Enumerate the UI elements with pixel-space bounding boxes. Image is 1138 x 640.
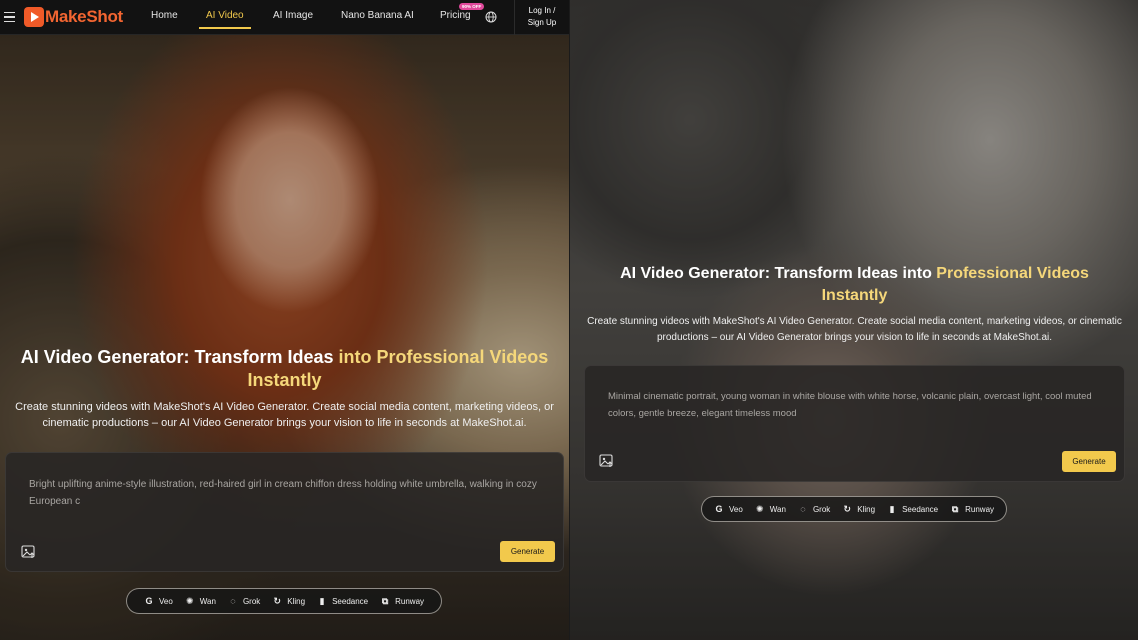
brand-name: MakeShot [45, 7, 123, 26]
seedance-icon: ▮ [889, 503, 895, 514]
grok-icon: ◌ [800, 504, 806, 514]
google-g-icon: G [715, 504, 723, 514]
hero-title: AI Video Generator: Transform Ideas into… [20, 347, 549, 390]
nav-ai-video[interactable]: AI Video [206, 0, 244, 35]
model-wan[interactable]: ✺ Wan [185, 596, 216, 606]
model-kling[interactable]: ↻ Kling [272, 595, 306, 606]
wan-icon: ✺ [186, 595, 194, 606]
globe-icon[interactable] [485, 11, 497, 23]
runway-icon: ⧉ [381, 595, 389, 606]
model-grok[interactable]: ◌ Grok [798, 504, 830, 514]
hero-title: AI Video Generator: Transform Ideas into… [620, 265, 1089, 304]
hero-subtitle: Create stunning videos with MakeShot's A… [587, 316, 1122, 343]
kling-icon: ↻ [843, 503, 852, 514]
active-tab-indicator [199, 27, 251, 29]
model-runway[interactable]: ⧉ Runway [380, 596, 424, 606]
grok-icon: ◌ [230, 596, 236, 606]
runway-icon: ⧉ [951, 503, 959, 514]
hamburger-menu-icon[interactable] [4, 0, 22, 35]
play-logo-icon [24, 7, 44, 27]
seedance-icon: ▮ [319, 595, 325, 606]
model-veo[interactable]: G Veo [714, 504, 742, 514]
google-g-icon: G [145, 596, 153, 606]
kling-icon: ↻ [273, 595, 282, 606]
hero-subtitle: Create stunning videos with MakeShot's A… [15, 401, 554, 429]
login-signup-button[interactable]: Log In / Sign Up [514, 0, 569, 35]
prompt-box[interactable]: Bright uplifting anime-style illustratio… [5, 452, 564, 572]
model-kling[interactable]: ↻ Kling [842, 503, 876, 514]
left-panel: MakeShot Home AI Video AI Image Nano Ban… [0, 0, 569, 640]
top-navbar: MakeShot Home AI Video AI Image Nano Ban… [0, 0, 569, 35]
model-selector: G Veo ✺ Wan ◌ Grok ↻ Kling ▮ Seedance ⧉ Runway [701, 496, 1007, 522]
generate-button[interactable]: Generate [1062, 451, 1116, 472]
prompt-box[interactable]: Minimal cinematic portrait, young woman … [584, 365, 1125, 482]
model-veo[interactable]: G Veo [144, 596, 172, 606]
image-upload-icon[interactable] [21, 544, 36, 559]
model-seedance[interactable]: ▮ Seedance [317, 595, 369, 606]
nav-nano-banana-ai[interactable]: Nano Banana AI [341, 0, 414, 35]
nav-ai-image[interactable]: AI Image [273, 0, 313, 35]
wan-icon: ✺ [756, 503, 764, 514]
model-runway[interactable]: ⧉ Runway [950, 504, 994, 514]
model-grok[interactable]: ◌ Grok [228, 596, 260, 606]
right-panel: AI Video Generator: Transform Ideas into… [569, 0, 1138, 640]
prompt-textarea[interactable]: Bright uplifting anime-style illustratio… [29, 477, 539, 510]
image-upload-icon[interactable] [599, 453, 614, 468]
prompt-textarea[interactable]: Minimal cinematic portrait, young woman … [608, 389, 1098, 422]
generate-button[interactable]: Generate [500, 541, 555, 562]
discount-badge: 90% OFF [459, 3, 485, 10]
nav-home[interactable]: Home [151, 0, 178, 35]
model-seedance[interactable]: ▮ Seedance [887, 503, 939, 514]
page: MakeShot Home AI Video AI Image Nano Ban… [0, 0, 1138, 640]
brand-logo[interactable]: MakeShot [24, 7, 123, 27]
model-selector: G Veo ✺ Wan ◌ Grok ↻ Kling ▮ Seedance ⧉ Runway [126, 588, 442, 614]
model-wan[interactable]: ✺ Wan [755, 504, 786, 514]
